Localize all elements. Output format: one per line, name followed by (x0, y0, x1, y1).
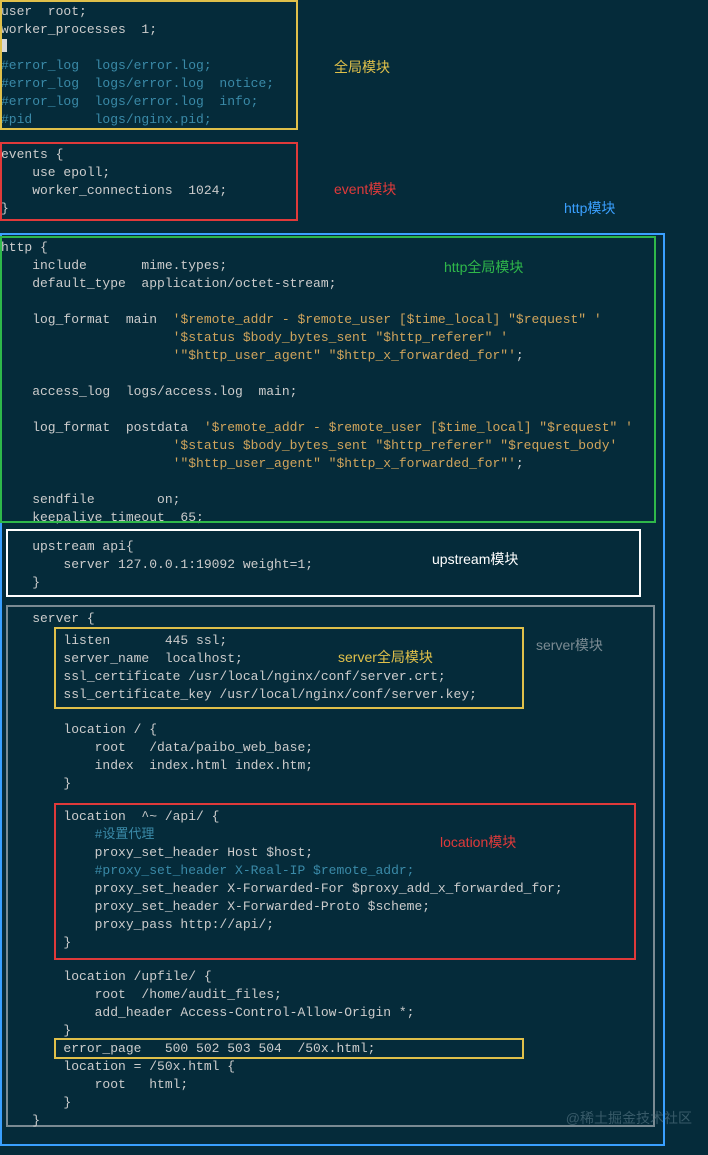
location-box (54, 803, 636, 960)
error-page-box (54, 1038, 524, 1059)
global-label: 全局模块 (334, 58, 390, 76)
location-50x-code: location = /50x.html { root html; } } (1, 1058, 235, 1130)
upstream-label: upstream模块 (432, 550, 518, 568)
http-global-label: http全局模块 (444, 258, 523, 276)
http-label: http模块 (564, 199, 615, 217)
server-label: server模块 (536, 636, 603, 654)
upstream-box (6, 529, 641, 597)
watermark: @稀土掘金技术社区 (566, 1109, 692, 1127)
event-box (0, 142, 298, 221)
event-label: event模块 (334, 180, 396, 198)
global-box (0, 0, 298, 130)
server-global-label: server全局模块 (338, 648, 433, 666)
http-global-box (0, 236, 656, 523)
server-global-box (54, 627, 524, 709)
location-root-code: location / { root /data/paibo_web_base; … (1, 721, 313, 793)
location-label: location模块 (440, 833, 516, 851)
location-upfile-code: location /upfile/ { root /home/audit_fil… (1, 968, 414, 1040)
